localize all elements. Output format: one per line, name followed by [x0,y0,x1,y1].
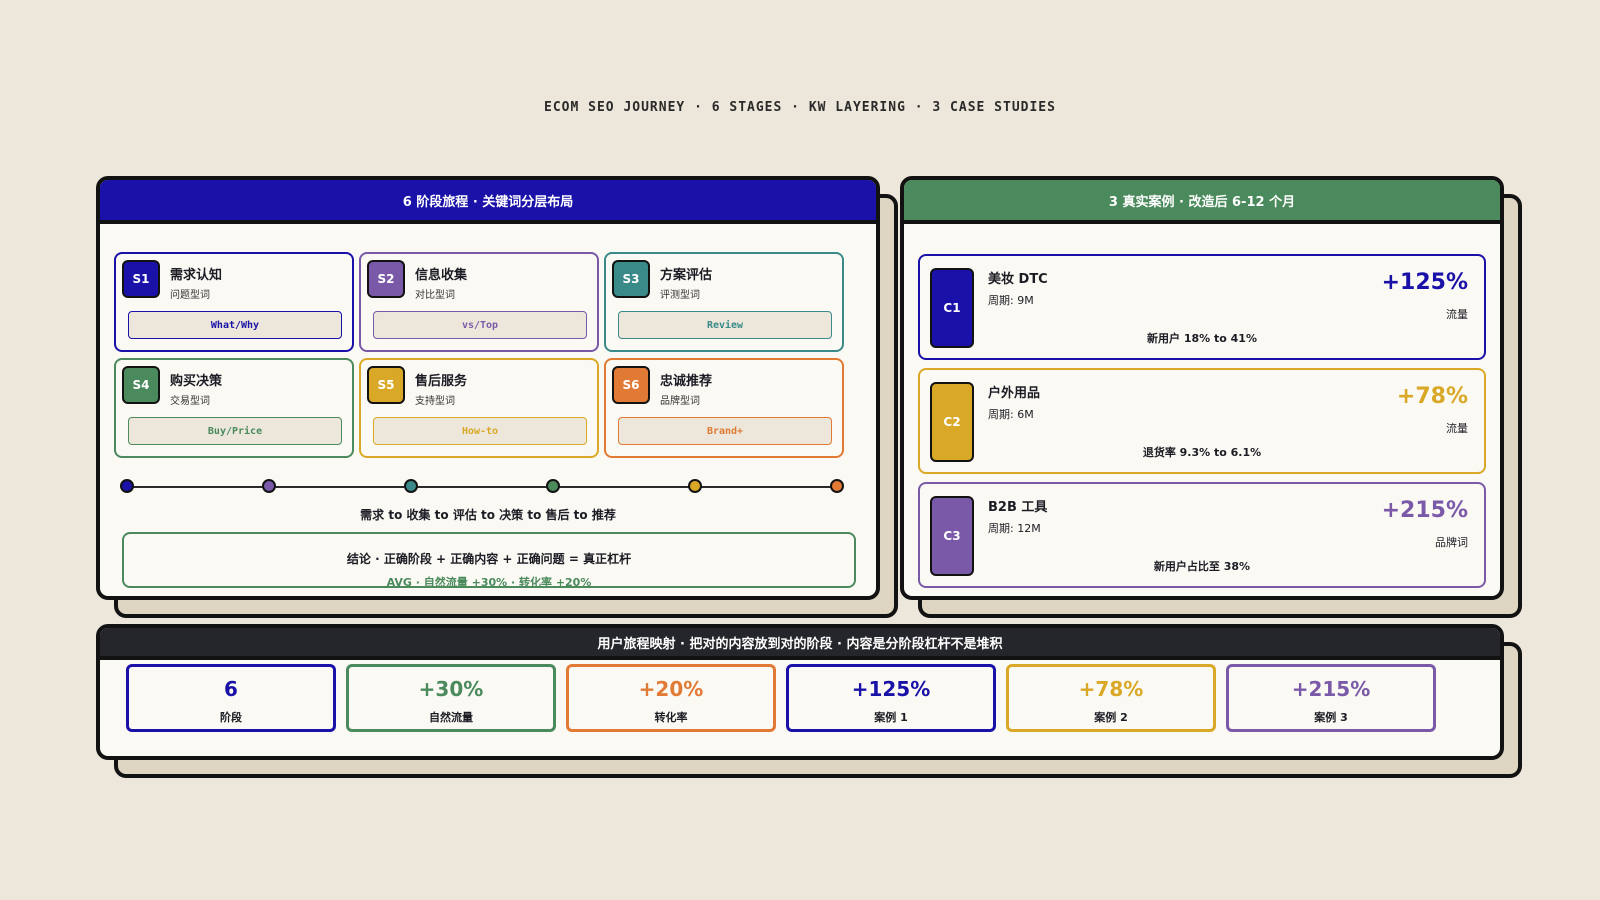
stage-name: 需求认知 [170,268,223,283]
case-period: 周期: 12M [988,522,1041,535]
stat-label: 案例 3 [1314,711,1348,724]
stage-keyword-type: 品牌型词 [660,396,700,407]
stage-card-s4[interactable]: S4 购买决策 交易型词 Buy/Price [114,358,354,458]
stage-name: 购买决策 [170,374,223,389]
summary-header: 用户旅程映射 · 把对的内容放到对的阶段 · 内容是分阶段杠杆不是堆积 [100,628,1500,660]
case-name: 美妆 DTC [988,272,1048,287]
stage-card-s3[interactable]: S3 方案评估 评测型词 Review [604,252,844,352]
case-period: 周期: 6M [988,408,1034,421]
stage-keyword-tag: Brand+ [618,417,832,445]
case-detail: 新用户占比至 38% [1153,560,1251,573]
conclusion-average: AVG · 自然流量 +30% · 转化率 +20% [386,576,592,588]
stage-badge: S2 [367,260,405,298]
stat-box-conversion: +20% 转化率 [566,664,776,732]
journey-panel-body: 6 阶段旅程 · 关键词分层布局 S1 需求认知 问题型词 What/Why S… [96,176,880,600]
stat-value: +215% [1291,677,1371,701]
case-metric: 流量 [1446,308,1468,321]
timeline-dot-s2 [262,479,276,493]
summary-panel: 用户旅程映射 · 把对的内容放到对的阶段 · 内容是分阶段杠杆不是堆积 6 阶段… [96,624,1522,778]
case-period: 周期: 9M [988,294,1034,307]
case-card-c1[interactable]: C1 美妆 DTC 周期: 9M 新用户 18% to 41% +125% 流量 [918,254,1486,360]
stage-badge: S4 [122,366,160,404]
stage-keyword-tag: How-to [373,417,587,445]
case-card-c3[interactable]: C3 B2B 工具 周期: 12M 新用户占比至 38% +215% 品牌词 [918,482,1486,588]
stage-name: 方案评估 [660,268,713,283]
stage-card-s6[interactable]: S6 忠诚推荐 品牌型词 Brand+ [604,358,844,458]
stat-label: 阶段 [220,711,242,724]
timeline-dot-s1 [120,479,134,493]
stage-badge: S5 [367,366,405,404]
stat-label: 案例 1 [874,711,908,724]
cases-panel: 3 真实案例 · 改造后 6-12 个月 C1 美妆 DTC 周期: 9M 新用… [900,176,1522,618]
case-detail: 退货率 9.3% to 6.1% [1142,446,1262,459]
case-detail: 新用户 18% to 41% [1147,332,1257,345]
stage-name: 售后服务 [415,374,468,389]
timeline-dot-s6 [830,479,844,493]
stat-box-case-3: +215% 案例 3 [1226,664,1436,732]
journey-header: 6 阶段旅程 · 关键词分层布局 [100,180,876,224]
stage-badge: S1 [122,260,160,298]
stage-keyword-tag: Review [618,311,832,339]
stage-keyword-tag: What/Why [128,311,342,339]
stage-keyword-tag: vs/Top [373,311,587,339]
stage-card-s5[interactable]: S5 售后服务 支持型词 How-to [359,358,599,458]
case-value: +215% [1381,498,1468,523]
stat-value: +30% [418,677,484,701]
journey-flow: 需求 to 收集 to 评估 to 决策 to 售后 to 推荐 [360,508,616,522]
stat-box-case-1: +125% 案例 1 [786,664,996,732]
page-caption: ECOM SEO JOURNEY · 6 STAGES · KW LAYERIN… [544,100,1056,115]
stat-value: +125% [851,677,931,701]
stat-value: +20% [638,677,704,701]
case-metric: 品牌词 [1435,536,1468,549]
case-name: 户外用品 [988,386,1041,401]
stage-keyword-type: 支持型词 [415,396,455,407]
timeline-dot-s3 [404,479,418,493]
stat-box-organic-traffic: +30% 自然流量 [346,664,556,732]
stage-keyword-tag: Buy/Price [128,417,342,445]
timeline-dot-s4 [546,479,560,493]
cases-header: 3 真实案例 · 改造后 6-12 个月 [904,180,1500,224]
case-card-c2[interactable]: C2 户外用品 周期: 6M 退货率 9.3% to 6.1% +78% 流量 [918,368,1486,474]
case-value: +78% [1396,384,1468,409]
conclusion-box: 结论 · 正确阶段 + 正确内容 + 正确问题 = 真正杠杆 AVG · 自然流… [122,532,856,588]
stage-keyword-type: 对比型词 [415,290,455,301]
stage-badge: S6 [612,366,650,404]
stage-keyword-type: 问题型词 [170,290,210,301]
stage-keyword-type: 评测型词 [660,290,700,301]
journey-panel: 6 阶段旅程 · 关键词分层布局 S1 需求认知 问题型词 What/Why S… [96,176,898,618]
stat-value: 6 [224,677,238,701]
stage-name: 信息收集 [415,268,468,283]
timeline-dot-s5 [688,479,702,493]
stat-label: 案例 2 [1094,711,1128,724]
stage-badge: S3 [612,260,650,298]
stage-keyword-type: 交易型词 [170,396,210,407]
summary-panel-body: 用户旅程映射 · 把对的内容放到对的阶段 · 内容是分阶段杠杆不是堆积 6 阶段… [96,624,1504,760]
stage-name: 忠诚推荐 [660,374,713,389]
stage-card-s1[interactable]: S1 需求认知 问题型词 What/Why [114,252,354,352]
case-name: B2B 工具 [988,500,1048,515]
stage-card-s2[interactable]: S2 信息收集 对比型词 vs/Top [359,252,599,352]
case-value: +125% [1381,270,1468,295]
stat-box-stages: 6 阶段 [126,664,336,732]
journey-timeline [126,486,838,488]
stat-label: 转化率 [654,711,688,724]
stat-value: +78% [1078,677,1144,701]
stat-box-case-2: +78% 案例 2 [1006,664,1216,732]
cases-panel-body: 3 真实案例 · 改造后 6-12 个月 C1 美妆 DTC 周期: 9M 新用… [900,176,1504,600]
case-metric: 流量 [1446,422,1468,435]
conclusion-text: 结论 · 正确阶段 + 正确内容 + 正确问题 = 真正杠杆 [346,552,632,566]
stat-label: 自然流量 [429,711,473,724]
